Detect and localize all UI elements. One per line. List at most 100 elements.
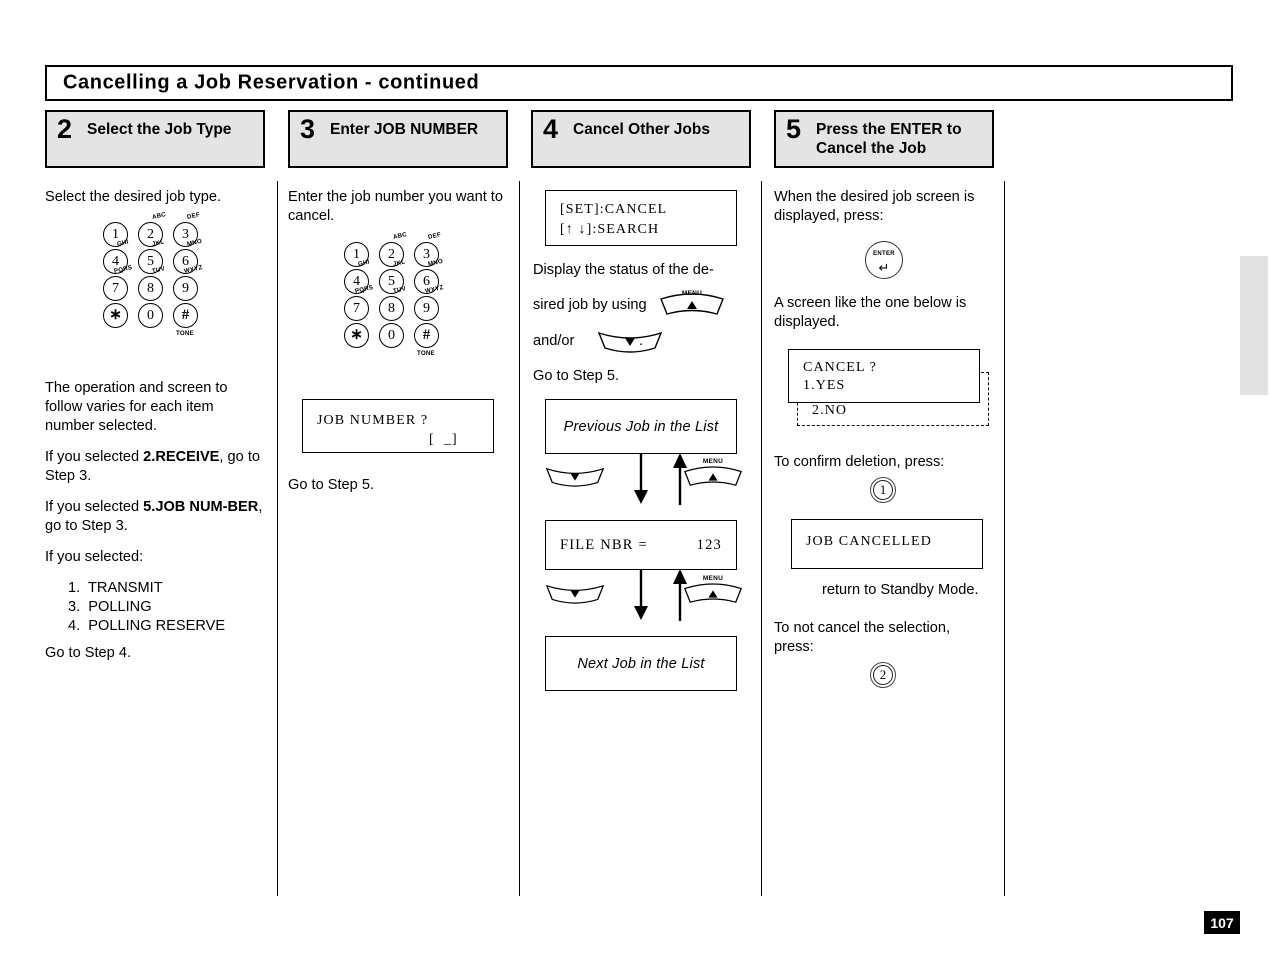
col2-goto-step: Go to Step 4. [45, 645, 131, 661]
col2-paragraph-3: If you selected 5.JOB NUM-BER, go to Ste… [45, 498, 267, 536]
col5-paragraph-2: A screen like the one below is displayed… [774, 295, 967, 330]
enter-button-label: ENTER [873, 251, 895, 257]
page-number-badge: 107 [1204, 911, 1240, 934]
col3-goto-step: Go to Step 5. [288, 477, 374, 493]
col4-goto-step: Go to Step 5. [533, 368, 619, 384]
keypad2-key-0[interactable]: 0 [379, 323, 404, 348]
column-divider-4 [1004, 181, 1005, 896]
step-header-5: 5 Press the ENTER to Cancel the Job [774, 110, 994, 168]
col3-intro-text: Enter the job number you want to cancel. [288, 189, 503, 224]
set-search-line-1: [SET]:CANCEL [560, 202, 668, 217]
col2-p2-bold: 2.RECEIVE [143, 449, 220, 465]
numeric-keypad-2[interactable]: 1 ABC 2 DEF 3 GHI 4 JKL 5 MNO 6 PQRS 7 TUV 8 WX… [344, 231, 454, 372]
keypad-key-8[interactable]: TUV 8 [138, 265, 166, 301]
step-header-3: 3 Enter JOB NUMBER [288, 110, 508, 168]
key-alpha: TUV [151, 265, 166, 275]
key-alpha: ABC [151, 211, 167, 221]
job-number-screen-line-1: JOB NUMBER ? [317, 413, 429, 428]
enter-arrow-icon: ↵ [878, 260, 890, 275]
key-tone-label: TONE [176, 330, 194, 337]
menu-up-button-inline[interactable]: MENU [659, 290, 725, 319]
job-cancelled-screen: JOB CANCELLED [791, 519, 983, 569]
key-digit: 0 [147, 307, 154, 323]
keypad-key-9[interactable]: WXYZ 9 [173, 264, 203, 301]
flow-box-previous-job: Previous Job in the List [545, 399, 737, 454]
job-number-screen: JOB NUMBER ? [ _] [302, 399, 494, 453]
menu-label: MENU [702, 458, 724, 465]
keypad2-key-star[interactable]: ∗ [344, 323, 369, 348]
step-number-3: 3 [300, 114, 316, 144]
set-search-screen: [SET]:CANCEL [↑ ↓]:SEARCH [545, 190, 737, 246]
flow-menu-up-button-1[interactable]: MENU [683, 458, 743, 487]
keypad-key-7[interactable]: PQRS 7 [103, 264, 133, 301]
column-divider-2 [519, 181, 520, 896]
step-label-4: Cancel Other Jobs [573, 121, 710, 138]
job-type-item-3: 3. POLLING [68, 599, 152, 615]
key-alpha: JKL [392, 258, 406, 268]
cancel-screen-line-1: CANCEL ? [803, 360, 877, 375]
enter-button[interactable]: ENTER ↵ [865, 241, 903, 279]
key-2-label: 2 [879, 667, 887, 682]
col4-instruction-line2: sired job by using [533, 297, 647, 313]
job-type-item-4: 4. POLLING RESERVE [68, 618, 226, 634]
flow-file-nbr-value: 123 [696, 537, 722, 553]
key-digit: 9 [423, 300, 430, 316]
flow-down-button-1[interactable] [545, 464, 605, 490]
step-header-2: 2 Select the Job Type [45, 110, 265, 168]
key-alpha: JKL [151, 238, 165, 248]
key-alpha: GHI [357, 258, 371, 268]
col2-intro-text: Select the desired job type. [45, 189, 222, 205]
col2-paragraph-2: If you selected 2.RECEIVE, go to Step 3. [45, 448, 267, 486]
search-suffix: ]:SEARCH [586, 222, 660, 237]
page-title: Cancelling a Job Reservation - continued [63, 71, 480, 94]
page-tab-marker [1240, 256, 1268, 395]
step-header-4: 4 Cancel Other Jobs [531, 110, 751, 168]
step-number-2: 2 [57, 114, 73, 144]
arrow-up-glyph: ↑ [565, 222, 574, 237]
col4-instruction-period: . [639, 333, 644, 349]
column-divider-1 [277, 181, 278, 896]
page-title-bar: Cancelling a Job Reservation - continued [45, 65, 1233, 101]
col5-paragraph-4: To not cancel the selection, press: [774, 620, 951, 655]
key-2-button[interactable]: 2 [870, 662, 896, 688]
column-divider-3 [761, 181, 762, 896]
manual-page: Cancelling a Job Reservation - continued… [0, 0, 1269, 954]
flow-menu-up-button-2[interactable]: MENU [683, 575, 743, 604]
flow-box-next-job: Next Job in the List [545, 636, 737, 691]
keypad2-key-7[interactable]: PQRS 7 [344, 284, 374, 321]
key-digit: ∗ [109, 307, 122, 323]
key-alpha: DEF [186, 211, 201, 221]
key-1-button[interactable]: 1 [870, 477, 896, 503]
fan-up-shape [683, 466, 743, 486]
numeric-keypad-1[interactable]: 1 ABC 2 DEF 3 GHI 4 JKL 5 MNO 6 PQRS 7 TUV 8 WX… [103, 211, 213, 352]
col2-paragraph-1: The operation and screen to follow varie… [45, 380, 228, 434]
keypad-key-hash[interactable]: # TONE [173, 303, 198, 337]
step-label-5: Press the ENTER to Cancel the Job [816, 121, 962, 157]
flow-down-button-2[interactable] [545, 581, 605, 607]
flow-next-job-text: Next Job in the List [577, 655, 705, 672]
keypad2-key-8[interactable]: TUV 8 [379, 285, 407, 321]
down-button-inline[interactable] [597, 329, 663, 355]
key-digit: # [422, 327, 431, 343]
col2-p2-pre: If you selected [45, 449, 144, 465]
key-digit: 8 [147, 280, 154, 296]
flow-arrow-down-2 [634, 569, 648, 620]
fan-down-shape [545, 584, 605, 604]
col2-p3-pre: If you selected [45, 499, 144, 515]
keypad-key-star[interactable]: ∗ [103, 303, 128, 328]
key-digit: # [181, 307, 190, 323]
key-1-label: 1 [879, 482, 887, 497]
fan-down-shape [597, 331, 663, 353]
keypad2-key-9[interactable]: WXYZ 9 [414, 284, 444, 321]
col2-paragraph-4: If you selected: [45, 549, 144, 565]
key-digit: 9 [182, 280, 189, 296]
cancel-screen-line-3: 2.NO [812, 403, 848, 418]
key-alpha: GHI [116, 238, 130, 248]
col4-instruction-line1: Display the status of the de- [533, 262, 714, 278]
menu-label: MENU [681, 290, 703, 297]
keypad2-key-hash[interactable]: # TONE [414, 323, 439, 357]
keypad-key-0[interactable]: 0 [138, 303, 163, 328]
job-cancelled-line-1: JOB CANCELLED [806, 534, 932, 549]
key-tone-label: TONE [417, 350, 435, 357]
key-digit: 8 [388, 300, 395, 316]
